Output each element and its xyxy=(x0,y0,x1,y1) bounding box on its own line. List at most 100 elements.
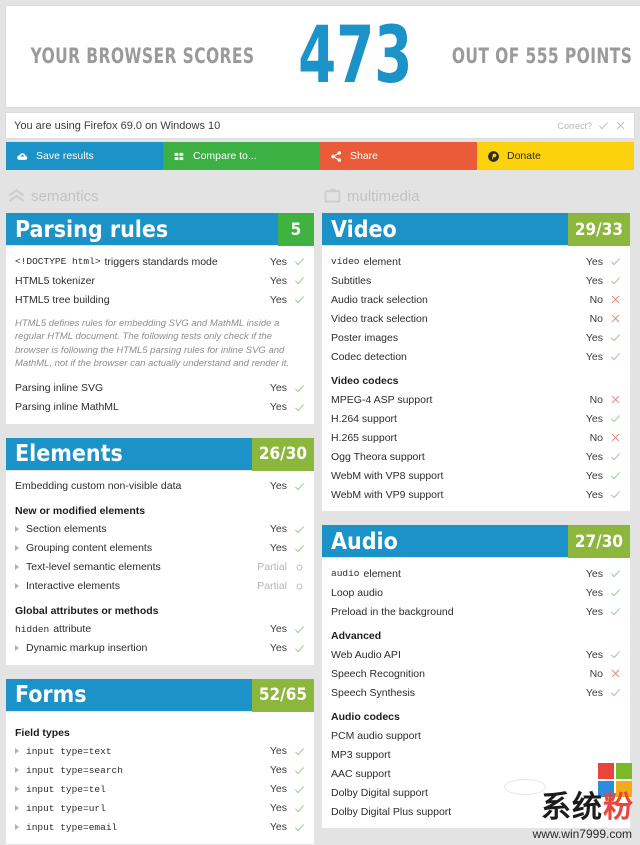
feature-label: Ogg Theora support xyxy=(331,450,425,463)
feature-row[interactable]: Text-level semantic elements Partial xyxy=(15,558,305,577)
feature-label: Speech Recognition xyxy=(331,667,425,680)
feature-verdict: Yes xyxy=(269,293,287,306)
feature-verdict: Yes xyxy=(269,783,287,796)
feature-label-group: video element xyxy=(331,256,586,268)
compare-to-button[interactable]: Compare to... xyxy=(163,142,320,170)
cross-icon xyxy=(611,395,620,404)
feature-label: Preload in the background xyxy=(331,605,454,618)
expand-triangle-icon[interactable] xyxy=(15,645,19,652)
feature-label-group: Dolby Digital Plus support xyxy=(331,806,603,818)
result-card: Audio 27/30 audio element Yes Loop audio Yes P… xyxy=(322,525,630,828)
cross-icon[interactable] xyxy=(615,120,626,131)
expand-triangle-icon[interactable] xyxy=(15,526,19,533)
check-icon xyxy=(611,353,621,361)
expand-triangle-icon[interactable] xyxy=(15,545,19,552)
feature-row: Preload in the background Yes xyxy=(331,602,621,621)
feature-label: Loop audio xyxy=(331,586,383,599)
card-body: Embedding custom non-visible data Yes New … xyxy=(6,470,314,665)
feature-verdict: Yes xyxy=(269,382,287,395)
feature-label-suffix: triggers standards mode xyxy=(104,255,218,268)
feature-verdict: No xyxy=(589,293,603,306)
feature-verdict: Yes xyxy=(269,523,287,536)
expand-triangle-icon[interactable] xyxy=(15,767,19,774)
card-header[interactable]: Elements 26/30 xyxy=(6,437,314,471)
feature-row[interactable]: input type=tel Yes xyxy=(15,780,305,799)
feature-verdict: Yes xyxy=(585,331,603,344)
save-results-button[interactable]: Save results xyxy=(6,142,163,170)
result-card: Parsing rules 5 <!DOCTYPE html> triggers s… xyxy=(6,213,314,424)
feature-row: Video track selection No xyxy=(331,309,621,328)
score-value: 473 xyxy=(298,10,413,101)
feature-label-group: Speech Recognition xyxy=(331,668,590,680)
feature-row: video element Yes xyxy=(331,252,621,271)
feature-row[interactable]: input type=search Yes xyxy=(15,761,305,780)
cards-host-semantics: Parsing rules 5 <!DOCTYPE html> triggers s… xyxy=(6,213,314,844)
no-mark-icon xyxy=(610,787,621,798)
feature-label: WebM with VP9 support xyxy=(331,488,444,501)
card-header[interactable]: Video 29/33 xyxy=(322,213,630,246)
check-icon[interactable] xyxy=(598,120,609,131)
check-icon xyxy=(611,651,621,659)
result-card: Forms 52/65 Field types input type=text Yes i… xyxy=(6,678,314,844)
feature-verdict: Partial xyxy=(257,580,287,593)
card-header[interactable]: Forms 52/65 xyxy=(6,678,314,712)
no-mark-icon xyxy=(610,806,621,817)
feature-label-group: Codec detection xyxy=(331,351,586,363)
feature-verdict: Yes xyxy=(585,586,603,599)
correct-label: Correct? xyxy=(557,120,592,131)
feature-row[interactable]: input type=url Yes xyxy=(15,799,305,818)
feature-verdict: Yes xyxy=(585,686,603,699)
check-icon xyxy=(295,258,305,266)
category-header-multimedia: multimedia xyxy=(322,185,630,207)
feature-label-group: Preload in the background xyxy=(331,606,586,618)
feature-label: input type=text xyxy=(26,745,112,757)
no-mark-icon xyxy=(610,730,621,741)
feature-row: WebM with VP9 support Yes xyxy=(331,485,621,504)
expand-triangle-icon[interactable] xyxy=(15,805,19,812)
feature-label-group: Video track selection xyxy=(331,313,590,325)
feature-row[interactable]: Section elements Yes xyxy=(15,520,305,539)
results-columns: semantics Parsing rules 5 <!DOCTYPE html> … xyxy=(0,185,640,845)
expand-triangle-icon[interactable] xyxy=(15,786,19,793)
save-results-label: Save results xyxy=(36,150,94,162)
feature-row[interactable]: input type=text Yes xyxy=(15,742,305,761)
feature-verdict: Yes xyxy=(269,480,287,493)
feature-row[interactable]: Dynamic markup insertion Yes xyxy=(15,639,305,658)
feature-row[interactable]: input type=email Yes xyxy=(15,818,305,837)
feature-label-group: input type=url xyxy=(15,803,270,814)
card-header[interactable]: Parsing rules 5 xyxy=(6,213,314,246)
score-line: YOUR BROWSER SCORES 473 OUT OF 555 POINT… xyxy=(6,10,640,101)
feature-label: PCM audio support xyxy=(331,729,421,742)
donate-button[interactable]: Donate xyxy=(477,142,634,170)
card-score-badge: 5 xyxy=(278,213,314,246)
section-subheading: Field types xyxy=(15,726,70,739)
feature-verdict: Yes xyxy=(269,274,287,287)
feature-verdict: Yes xyxy=(585,412,603,425)
feature-verdict: Yes xyxy=(585,648,603,661)
feature-label-group: Interactive elements xyxy=(15,580,257,592)
share-button[interactable]: Share xyxy=(320,142,477,170)
feature-label-group: Subtitles xyxy=(331,275,586,287)
feature-label: input type=search xyxy=(26,764,123,776)
card-header[interactable]: Audio 27/30 xyxy=(322,525,630,558)
feature-label-group: H.264 support xyxy=(331,413,586,425)
feature-row[interactable]: Interactive elements Partial xyxy=(15,577,305,596)
expand-triangle-icon[interactable] xyxy=(15,564,19,571)
expand-triangle-icon[interactable] xyxy=(15,583,19,590)
feature-row[interactable]: Grouping content elements Yes xyxy=(15,539,305,558)
correct-confirm-group: Correct? xyxy=(557,120,626,131)
check-icon xyxy=(611,334,621,342)
check-icon xyxy=(295,385,305,393)
expand-triangle-icon[interactable] xyxy=(15,824,19,831)
check-icon xyxy=(611,491,621,499)
section-subheading: Advanced xyxy=(331,630,382,642)
check-icon xyxy=(611,277,621,285)
card-score-badge: 29/33 xyxy=(567,213,630,246)
feature-label-group: audio element xyxy=(331,568,586,580)
expand-triangle-icon[interactable] xyxy=(15,748,19,755)
check-icon xyxy=(611,472,621,480)
feature-label: Audio track selection xyxy=(331,293,428,306)
feature-row: MP3 support xyxy=(331,745,621,764)
feature-label: HTML5 tree building xyxy=(15,293,110,306)
feature-label: Section elements xyxy=(26,523,107,536)
